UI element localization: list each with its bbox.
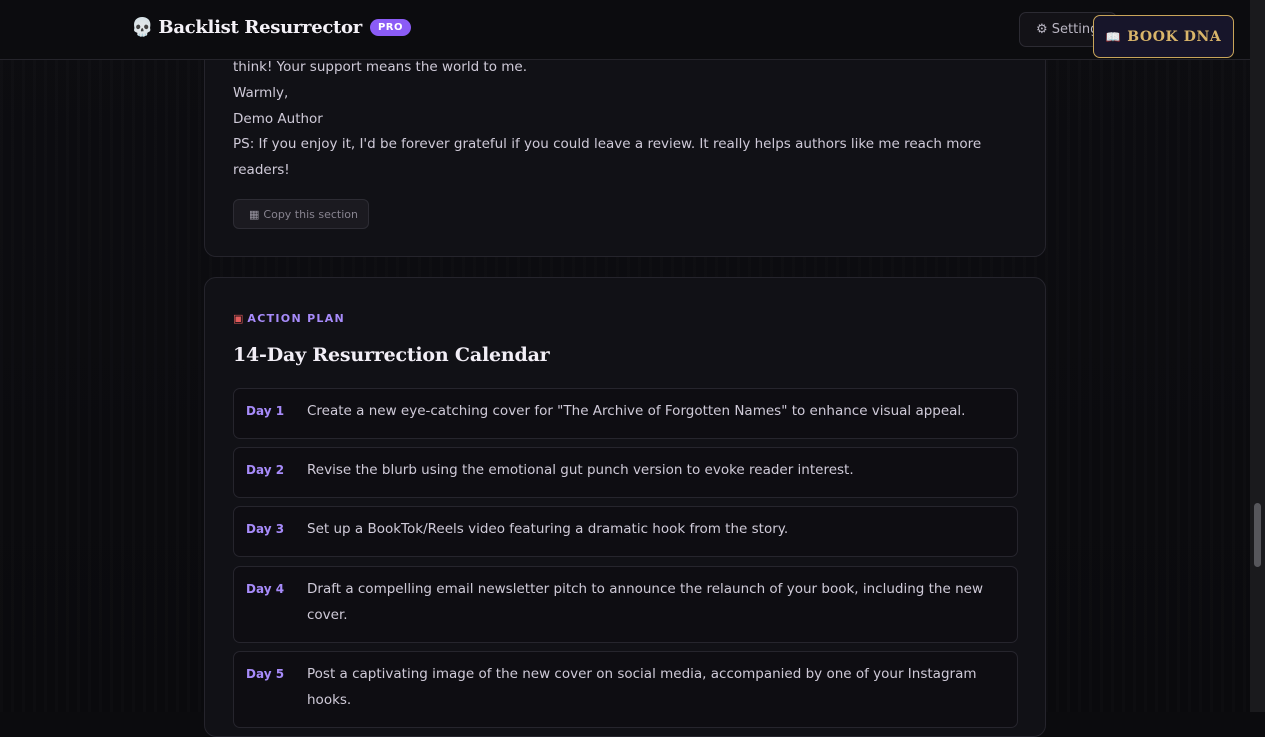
day-row: Day 2 Revise the blurb using the emotion… bbox=[233, 447, 1018, 498]
copy-section-button[interactable]: ▦ Copy this section bbox=[233, 199, 369, 229]
day-label: Day 1 bbox=[246, 404, 285, 418]
clipboard-icon: ▦ bbox=[249, 208, 260, 221]
section-tag: ▣ ACTION PLAN bbox=[233, 312, 345, 325]
gear-icon: ⚙ bbox=[1036, 22, 1048, 37]
day-row: Day 1 Create a new eye-catching cover fo… bbox=[233, 388, 1018, 439]
pro-badge: PRO bbox=[369, 19, 411, 36]
day-text: Post a captivating image of the new cove… bbox=[307, 666, 977, 708]
day-label: Day 5 bbox=[246, 667, 285, 681]
skull-icon: 💀 bbox=[131, 16, 154, 38]
letter-line: readers! bbox=[233, 162, 290, 178]
calendar-icon: ▣ bbox=[233, 312, 244, 325]
book-dna-button[interactable]: 📖 BOOK DNA bbox=[1093, 15, 1234, 58]
day-label: Day 3 bbox=[246, 522, 285, 536]
letter-line: PS: If you enjoy it, I'd be forever grat… bbox=[233, 136, 982, 152]
app-header: 💀 Backlist Resurrector PRO ⚙ Setting bbox=[0, 0, 1250, 60]
copy-button-label: Copy this section bbox=[263, 208, 358, 221]
section-tag-label: ACTION PLAN bbox=[247, 312, 346, 325]
book-dna-label: BOOK DNA bbox=[1127, 28, 1222, 45]
book-icon: 📖 bbox=[1105, 29, 1122, 44]
letter-line: think! Your support means the world to m… bbox=[233, 59, 528, 75]
action-plan-card: ▣ ACTION PLAN 14-Day Resurrection Calenda… bbox=[204, 277, 1046, 737]
day-label: Day 4 bbox=[246, 582, 285, 596]
settings-label: Setting bbox=[1051, 22, 1099, 37]
brand[interactable]: 💀 Backlist Resurrector PRO bbox=[131, 17, 411, 38]
day-text: Draft a compelling email newsletter pitc… bbox=[307, 581, 983, 623]
day-row: Day 4 Draft a compelling email newslette… bbox=[233, 566, 1018, 643]
brand-title: Backlist Resurrector bbox=[158, 17, 362, 38]
letter-line: Warmly, bbox=[233, 85, 289, 101]
section-title: 14-Day Resurrection Calendar bbox=[233, 344, 550, 366]
day-text: Revise the blurb using the emotional gut… bbox=[307, 462, 854, 478]
scrollbar-thumb[interactable] bbox=[1254, 503, 1261, 567]
day-row: Day 3 Set up a BookTok/Reels video featu… bbox=[233, 506, 1018, 557]
day-text: Set up a BookTok/Reels video featuring a… bbox=[307, 521, 789, 537]
day-row: Day 5 Post a captivating image of the ne… bbox=[233, 651, 1018, 728]
letter-line: Demo Author bbox=[233, 111, 323, 127]
scrollbar-track[interactable] bbox=[1250, 0, 1265, 712]
day-label: Day 2 bbox=[246, 463, 285, 477]
day-text: Create a new eye-catching cover for "The… bbox=[307, 403, 966, 419]
